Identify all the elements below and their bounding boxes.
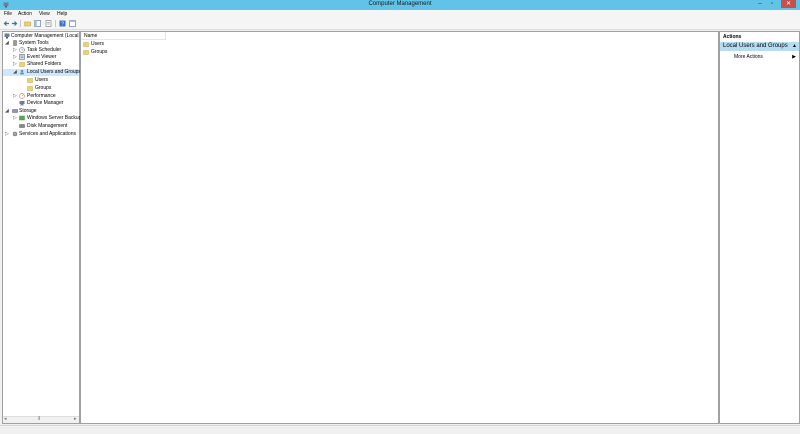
more-actions-link[interactable]: More Actions [734,54,763,60]
forward-arrow-icon[interactable] [11,20,18,27]
actions-section-label: Local Users and Groups [723,43,788,49]
collapsed-arrow-icon[interactable]: ▷ [13,115,17,121]
list-item-label: Groups [91,49,108,55]
details-pane: Name Users Groups [80,31,719,424]
collapse-up-icon[interactable]: ▲ [792,43,797,49]
up-folder-icon[interactable] [24,20,31,27]
collapsed-arrow-icon[interactable]: ▷ [13,47,17,53]
folder-icon [27,78,33,83]
tree-item-storage[interactable]: ◢ Storage [3,108,79,115]
device-manager-icon [19,101,25,106]
expanded-arrow-icon[interactable]: ◢ [5,108,9,114]
menu-help[interactable]: Help [57,11,67,17]
tree-item-event-viewer[interactable]: ▷ Event Viewer [3,54,79,61]
tree-item-performance[interactable]: ▷ Performance [3,93,79,100]
services-icon [12,131,18,137]
toolbar: ? [0,18,800,30]
back-arrow-icon[interactable] [3,20,10,27]
tree-item-disk-management[interactable]: Disk Management [3,123,79,130]
scroll-right-icon[interactable]: ▸ [74,416,77,422]
list-item-label: Users [91,41,105,47]
tree-item-computer-management[interactable]: Computer Management (Local [3,33,79,40]
tree-item-windows-server-backup[interactable]: ▷ Windows Server Backup [3,115,82,122]
svg-text:?: ? [61,22,64,28]
collapsed-arrow-icon[interactable]: ▷ [13,54,17,60]
folder-icon [83,42,89,47]
tree-item-device-manager[interactable]: Device Manager [3,100,79,107]
menu-action[interactable]: Action [18,11,32,17]
window-title: Computer Management [368,1,432,7]
storage-icon [12,109,18,113]
actions-section-local-users-groups[interactable]: Local Users and Groups ▲ [720,42,799,51]
tree-item-local-users-groups[interactable]: ◢ Local Users and Groups [3,69,81,76]
collapsed-arrow-icon[interactable]: ▷ [13,61,17,67]
column-header-label: Name [84,33,98,39]
title-bar: Computer Management ‒ ▫ ✕ [0,0,800,10]
menu-view[interactable]: View [39,11,50,17]
system-tools-icon [13,40,17,46]
tree-label: Device Manager [27,100,64,106]
minimize-button[interactable]: ‒ [755,0,765,8]
scroll-left-icon[interactable]: ◂ [4,416,7,422]
tree-item-services-applications[interactable]: ▷ Services and Applications [3,131,79,138]
tree-label: Computer Management (Local [11,33,79,39]
collapsed-arrow-icon[interactable]: ▷ [13,93,17,99]
users-icon [20,69,24,75]
column-header-name[interactable]: Name [81,32,166,40]
shared-folder-icon [19,62,25,67]
show-hide-tree-icon[interactable] [34,20,41,27]
tree-item-task-scheduler[interactable]: ▷ Task Scheduler [3,47,79,54]
computer-management-icon [4,33,10,39]
help-icon[interactable]: ? [59,20,66,27]
toolbar-separator [55,20,56,27]
performance-icon [19,93,25,99]
folder-icon [27,86,33,91]
tree-item-users[interactable]: Users [3,77,79,84]
clock-icon [19,47,25,53]
list-item-users[interactable]: Users [83,41,143,48]
restore-button[interactable]: ▫ [767,0,777,8]
tree-label: System Tools [19,40,49,46]
menu-bar: File Action View Help [0,10,800,18]
close-button[interactable]: ✕ [781,0,796,8]
folder-icon [83,50,89,55]
tree-label: Disk Management [27,123,68,129]
tree-label: Storage [19,108,37,114]
horizontal-scrollbar[interactable]: ◂ ⦀ ▸ [3,416,79,423]
tree-item-groups[interactable]: Groups [3,85,79,92]
tree-label: Event Viewer [27,54,57,60]
tree-label: Windows Server Backup [27,115,82,121]
tree-label: Performance [27,93,56,99]
tree-label: Local Users and Groups [27,69,81,75]
submenu-arrow-icon[interactable]: ▶ [792,54,796,60]
properties-icon[interactable] [69,20,76,27]
console-tree: Computer Management (Local ◢ System Tool… [2,31,82,424]
actions-title: Actions [723,34,742,40]
tree-item-shared-folders[interactable]: ▷ Shared Folders [3,61,79,68]
event-viewer-icon [19,54,25,60]
more-actions-label: More Actions [734,54,763,60]
tree-label: Services and Applications [19,131,76,137]
expanded-arrow-icon[interactable]: ◢ [5,40,9,46]
backup-icon [19,115,25,121]
tree-label: Task Scheduler [27,47,62,53]
tree-label: Shared Folders [27,61,62,67]
collapsed-arrow-icon[interactable]: ▷ [5,131,9,137]
actions-pane: Actions Local Users and Groups ▲ More Ac… [719,31,800,424]
tree-item-system-tools[interactable]: ◢ System Tools [3,40,79,47]
scroll-thumb-grip-icon[interactable]: ⦀ [38,416,40,422]
export-list-icon[interactable] [45,20,52,27]
toolbar-separator [20,20,21,27]
tree-label: Users [35,77,49,83]
disk-icon [19,124,25,128]
tree-label: Groups [35,85,52,91]
menu-file[interactable]: File [4,11,12,17]
expanded-arrow-icon[interactable]: ◢ [13,69,17,75]
list-item-groups[interactable]: Groups [83,49,143,56]
